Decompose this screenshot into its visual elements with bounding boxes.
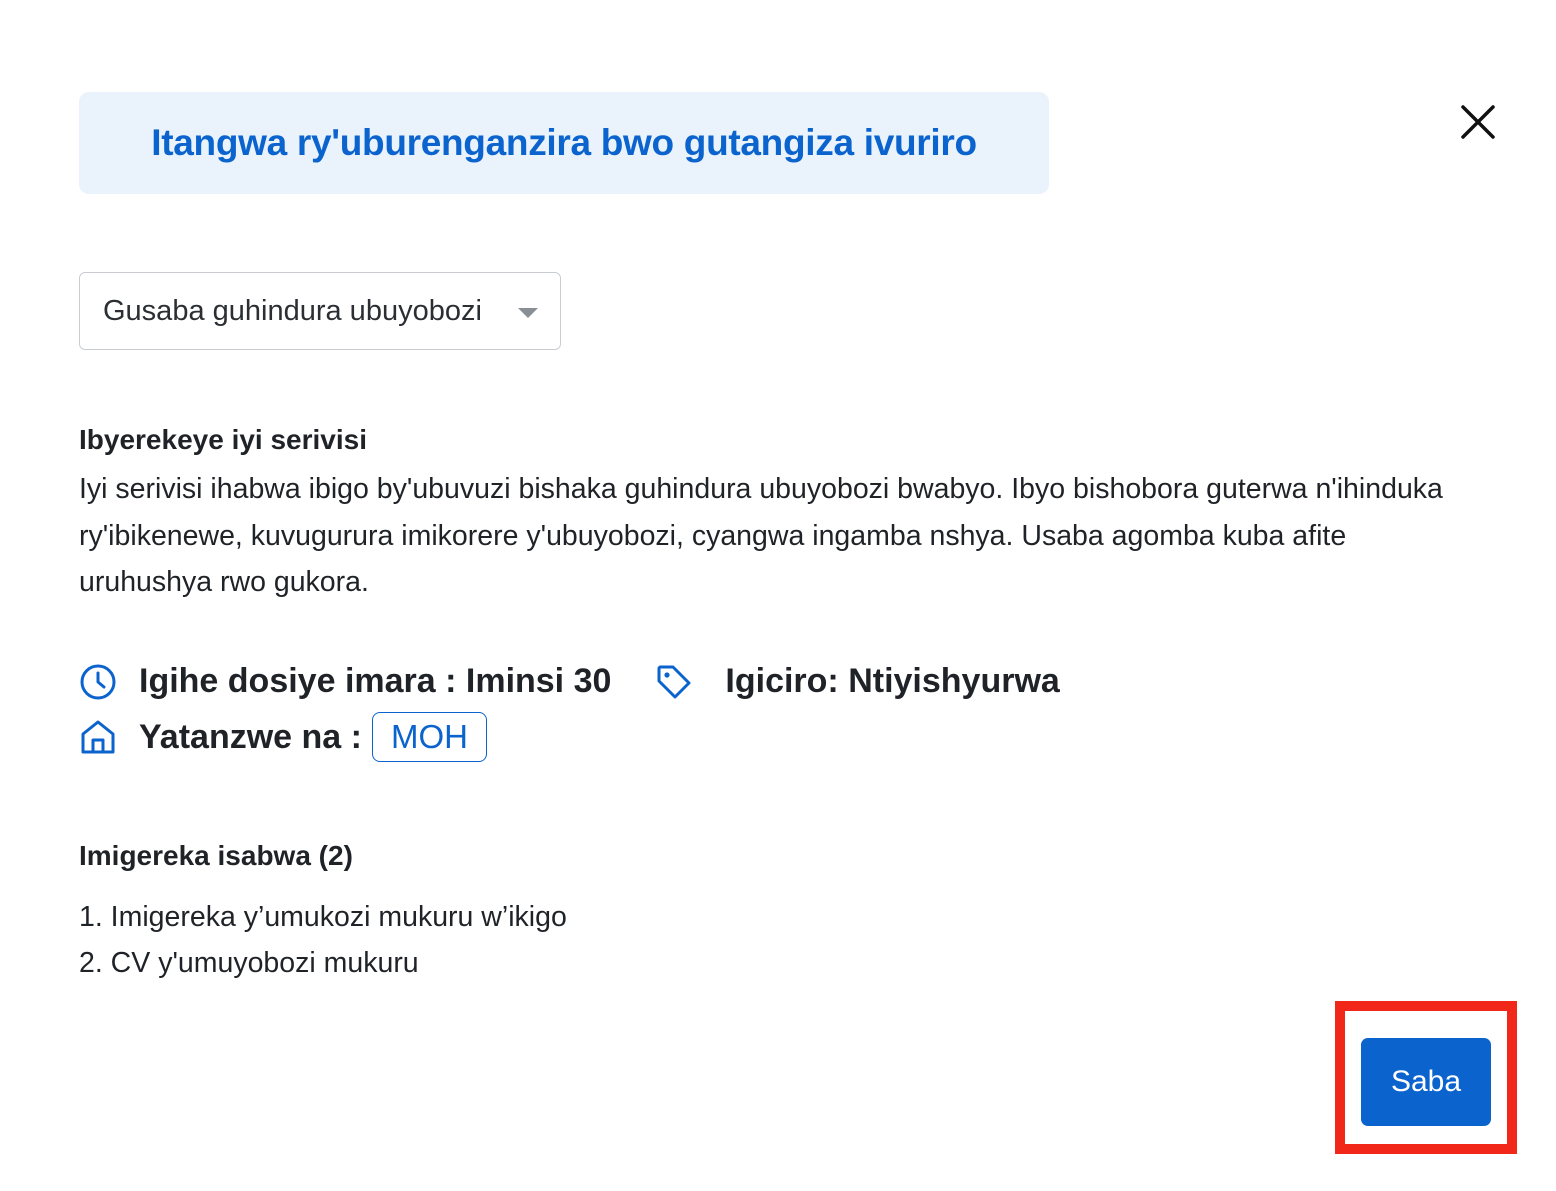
service-dialog: Itangwa ry'uburenganzira bwo gutangiza i… bbox=[0, 0, 1556, 1191]
issuer-label: Yatanzwe na : bbox=[139, 717, 362, 756]
attachments-list: 1. Imigereka y’umukozi mukuru w’ikigo 2.… bbox=[79, 894, 567, 986]
list-item: 2. CV y'umuyobozi mukuru bbox=[79, 947, 419, 979]
dialog-title: Itangwa ry'uburenganzira bwo gutangiza i… bbox=[151, 122, 977, 163]
about-section: Ibyerekeye iyi serivisi Iyi serivisi iha… bbox=[79, 424, 1479, 606]
service-select[interactable]: Gusaba guhindura ubuyobozi bbox=[79, 272, 561, 350]
price-text: Igiciro: Ntiyishyurwa bbox=[725, 662, 1060, 700]
list-item: 1. Imigereka y’umukozi mukuru w’ikigo bbox=[79, 901, 567, 933]
close-icon bbox=[1461, 105, 1495, 139]
service-select-value: Gusaba guhindura ubuyobozi bbox=[103, 294, 482, 327]
home-icon bbox=[79, 718, 117, 756]
submit-button[interactable]: Saba bbox=[1361, 1038, 1491, 1126]
meta-row-duration-price: Igihe dosiye imara : Iminsi 30 Igiciro: … bbox=[79, 662, 1060, 701]
about-heading: Ibyerekeye iyi serivisi bbox=[79, 424, 367, 455]
title-banner: Itangwa ry'uburenganzira bwo gutangiza i… bbox=[79, 92, 1049, 194]
about-description: Iyi serivisi ihabwa ibigo by'ubuvuzi bis… bbox=[79, 473, 1443, 598]
meta-row-issuer: Yatanzwe na : MOH bbox=[79, 712, 487, 762]
attachments-heading: Imigereka isabwa (2) bbox=[79, 840, 353, 871]
clock-icon bbox=[79, 663, 117, 701]
duration-text: Igihe dosiye imara : Iminsi 30 bbox=[139, 662, 612, 700]
tag-icon bbox=[655, 663, 693, 701]
issuer-badge: MOH bbox=[371, 712, 487, 762]
close-button[interactable] bbox=[1456, 100, 1500, 144]
attachments-section: Imigereka isabwa (2) 1. Imigereka y’umuk… bbox=[79, 840, 567, 986]
chevron-down-icon bbox=[518, 308, 538, 318]
